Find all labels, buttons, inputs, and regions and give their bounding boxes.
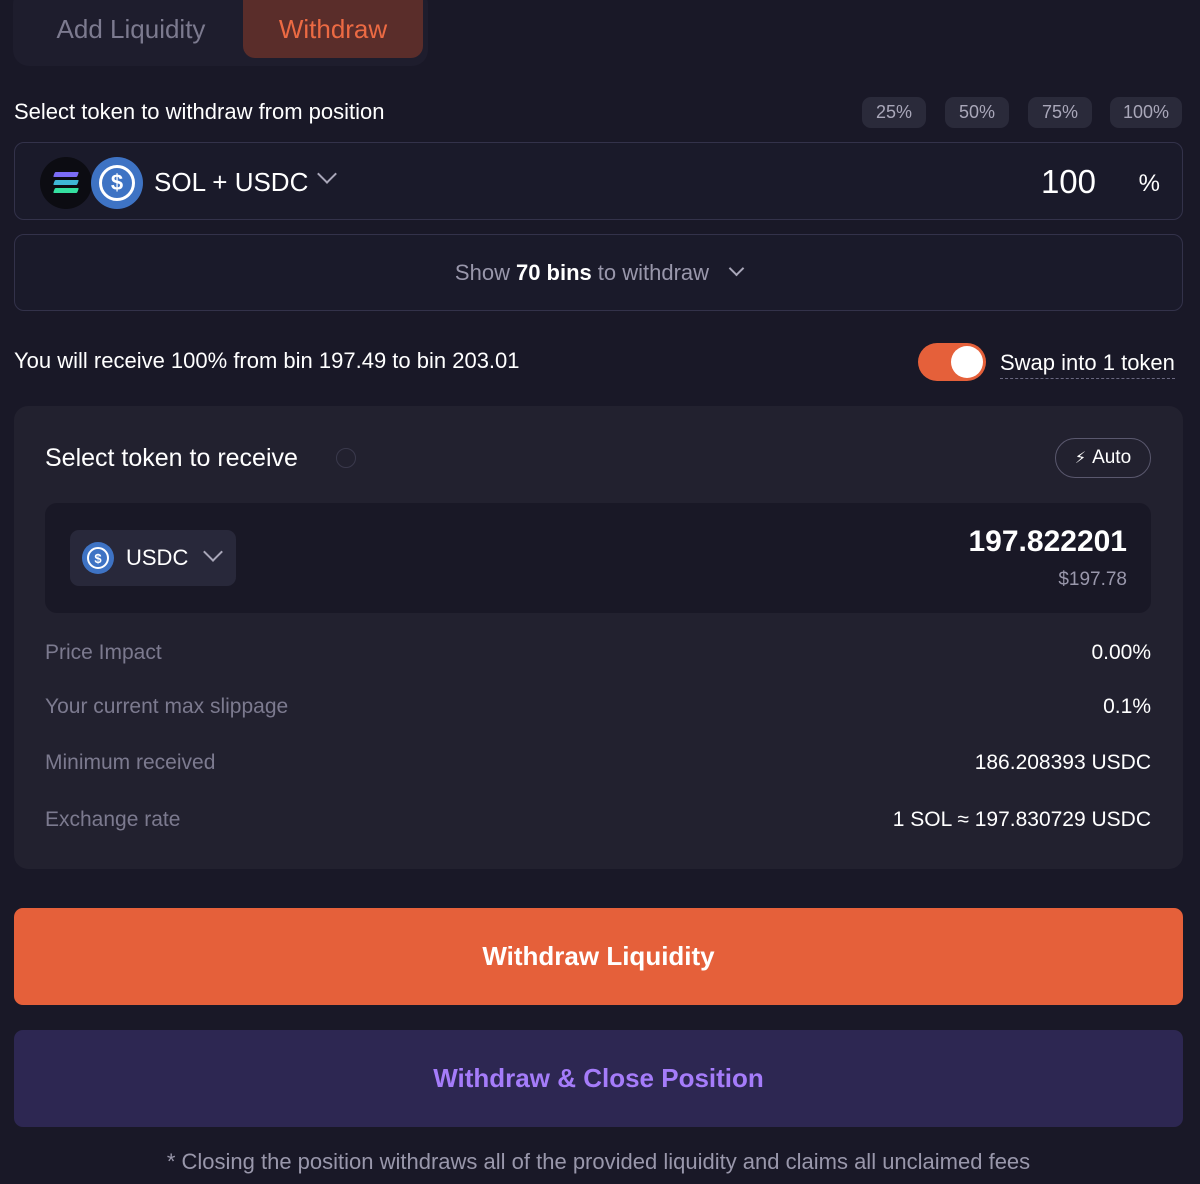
bins-prefix: Show bbox=[454, 259, 510, 285]
preset-75-button[interactable]: 75% bbox=[1028, 97, 1092, 128]
usdc-token-icon: $ bbox=[82, 542, 114, 574]
receive-usd-value: $197.78 bbox=[1058, 569, 1127, 590]
minimum-received-row: Minimum received 186.208393 USDC bbox=[45, 751, 1151, 781]
info-label: Price Impact bbox=[45, 641, 162, 664]
chevron-down-icon bbox=[203, 542, 223, 562]
info-value: 1 SOL ≈ 197.830729 USDC bbox=[892, 808, 1151, 831]
receive-amount: 197.822201 bbox=[968, 525, 1128, 558]
bins-count: 70 bins bbox=[515, 259, 592, 285]
swap-toggle-label: Swap into 1 token bbox=[1000, 350, 1175, 379]
price-impact-row: Price Impact 0.00% bbox=[45, 641, 1151, 671]
chevron-down-icon bbox=[728, 260, 745, 277]
show-bins-toggle[interactable]: Show 70 bins to withdraw bbox=[14, 234, 1183, 311]
close-position-footnote: * Closing the position withdraws all of … bbox=[166, 1149, 1031, 1174]
receive-card-title: Select token to receive bbox=[45, 444, 298, 472]
withdraw-close-position-button[interactable]: Withdraw & Close Position bbox=[14, 1030, 1183, 1127]
withdraw-section-label: Select token to withdraw from position bbox=[14, 99, 385, 124]
percent-unit: % bbox=[1138, 170, 1160, 197]
info-icon[interactable] bbox=[336, 448, 356, 468]
preset-25-button[interactable]: 25% bbox=[862, 97, 926, 128]
chevron-down-icon[interactable] bbox=[317, 164, 337, 184]
withdraw-liquidity-button[interactable]: Withdraw Liquidity bbox=[14, 908, 1183, 1005]
tab-add-liquidity[interactable]: Add Liquidity bbox=[41, 0, 221, 58]
receive-range-note: You will receive 100% from bin 197.49 to… bbox=[14, 348, 520, 373]
withdraw-percent-value[interactable]: 100 bbox=[1041, 163, 1096, 201]
receive-token-row: $ USDC 197.822201 $197.78 bbox=[45, 503, 1151, 613]
receive-card: Select token to receive ⚡ Auto $ USDC 19… bbox=[14, 406, 1183, 869]
tab-withdraw[interactable]: Withdraw bbox=[243, 0, 423, 58]
auto-label: Auto bbox=[1092, 447, 1132, 468]
info-value: 0.1% bbox=[1103, 695, 1151, 718]
info-label: Your current max slippage bbox=[45, 695, 289, 718]
swap-toggle[interactable] bbox=[918, 343, 986, 381]
mode-tabs: Add Liquidity Withdraw bbox=[13, 0, 428, 66]
usdc-token-icon: $ bbox=[91, 157, 143, 209]
info-value: 186.208393 USDC bbox=[974, 751, 1151, 774]
bins-suffix: to withdraw bbox=[597, 259, 710, 285]
info-label: Minimum received bbox=[45, 751, 216, 774]
info-label: Exchange rate bbox=[45, 808, 181, 831]
auto-button[interactable]: ⚡ Auto bbox=[1055, 438, 1151, 478]
toggle-knob bbox=[951, 346, 983, 378]
preset-50-button[interactable]: 50% bbox=[945, 97, 1009, 128]
exchange-rate-row: Exchange rate 1 SOL ≈ 197.830729 USDC bbox=[45, 808, 1151, 838]
pair-select-label[interactable]: SOL + USDC bbox=[154, 167, 308, 198]
info-value: 0.00% bbox=[1091, 641, 1151, 664]
receive-token-select[interactable]: $ USDC bbox=[70, 530, 236, 586]
receive-token-label: USDC bbox=[126, 545, 189, 570]
max-slippage-row: Your current max slippage 0.1% bbox=[45, 695, 1151, 725]
preset-100-button[interactable]: 100% bbox=[1110, 97, 1182, 128]
withdraw-token-input[interactable]: $ SOL + USDC 100 % bbox=[14, 142, 1183, 220]
sol-token-icon bbox=[40, 157, 92, 209]
withdraw-page: Add Liquidity Withdraw Select token to w… bbox=[0, 0, 1200, 1184]
lightning-icon: ⚡ bbox=[1074, 450, 1087, 467]
